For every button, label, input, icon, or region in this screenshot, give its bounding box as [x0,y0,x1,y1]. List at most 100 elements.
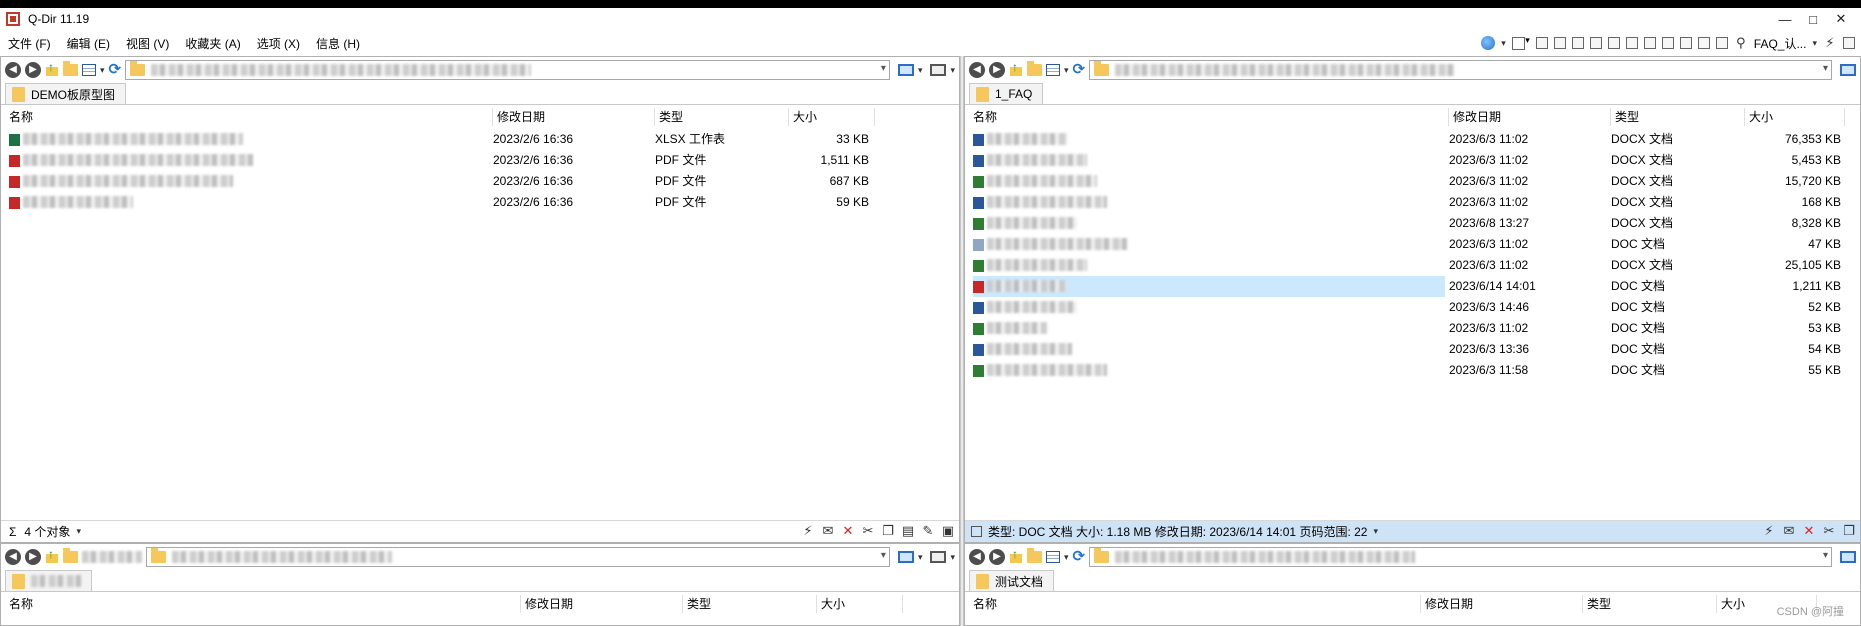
chevron-down-icon[interactable]: ▾ [918,552,923,563]
chevron-down-icon[interactable]: ▾ [100,65,105,76]
chevron-down-icon[interactable]: ▾ [881,550,886,561]
folder-icon[interactable] [63,61,78,76]
back-icon[interactable]: ◀ [969,549,985,565]
tab-test-docs[interactable]: 测试文档 [969,570,1055,591]
menu-edit[interactable]: 编辑 (E) [59,35,118,52]
forward-icon[interactable]: ▶ [989,549,1005,565]
back-icon[interactable]: ◀ [5,549,21,565]
flash-icon[interactable]: ⚡ [1762,524,1776,538]
chevron-down-icon[interactable]: ▾ [1812,38,1817,49]
table-row[interactable]: 2023/6/3 13:36 DOC 文档 54 KB [965,339,1860,360]
delete-icon[interactable]: ✕ [1802,524,1816,538]
window-icon[interactable] [1843,37,1855,49]
refresh-icon[interactable]: ⟳ [1073,549,1086,564]
cut-icon[interactable]: ✂ [861,524,875,538]
chevron-down-icon[interactable]: ▾ [950,65,955,76]
folder-up-icon[interactable] [45,547,59,564]
column-type[interactable]: 类型 [1583,595,1717,613]
maximize-button[interactable]: □ [1799,8,1827,30]
folder-icon[interactable] [1027,61,1042,76]
tab-redacted[interactable] [5,570,92,591]
folder-icon[interactable] [63,548,78,563]
table-row[interactable]: 2023/2/6 16:36 PDF 文件 59 KB [1,192,959,213]
globe-icon[interactable] [1481,36,1496,50]
column-date[interactable]: 修改日期 [521,595,683,613]
monitor-icon[interactable] [1840,64,1856,76]
folder-up-icon[interactable] [1009,60,1023,77]
chevron-down-icon[interactable]: ▾ [918,65,923,76]
column-date[interactable]: 修改日期 [493,108,655,126]
column-type[interactable]: 类型 [1611,108,1745,126]
table-row[interactable]: 2023/6/3 11:02 DOC 文档 53 KB [965,318,1860,339]
column-name[interactable]: 名称 [969,108,1449,126]
vertical-splitter[interactable] [960,56,964,626]
properties-icon[interactable]: ▣ [941,524,955,538]
table-row[interactable]: 2023/2/6 16:36 PDF 文件 1,511 KB [1,150,959,171]
forward-icon[interactable]: ▶ [989,62,1005,78]
chevron-down-icon[interactable]: ▾ [1823,550,1828,561]
layout-6-icon[interactable] [1625,37,1638,49]
monitor-icon[interactable] [897,551,914,563]
layout-10-icon[interactable] [1697,37,1710,49]
layout-3-icon[interactable] [1571,37,1584,49]
layout-9-icon[interactable] [1679,37,1692,49]
view-mode-icon[interactable] [1046,64,1060,76]
table-row[interactable]: 2023/6/3 11:58 DOC 文档 55 KB [965,360,1860,381]
menu-file[interactable]: 文件 (F) [0,35,59,52]
column-name[interactable]: 名称 [5,595,521,613]
table-row[interactable]: 2023/6/3 14:46 DOC 文档 52 KB [965,297,1860,318]
table-row[interactable]: 2023/6/3 11:02 DOCX 文档 15,720 KB [965,171,1860,192]
table-row[interactable]: 2023/6/3 11:02 DOCX 文档 5,453 KB [965,150,1860,171]
mail-icon[interactable]: ✉ [821,524,835,538]
refresh-icon[interactable]: ⟳ [109,62,122,77]
layout-1-icon[interactable] [1535,37,1548,49]
computer-icon[interactable] [930,64,947,76]
address-bar[interactable]: ▾ [1089,547,1832,567]
flash-icon[interactable]: ⚡ [801,524,815,538]
layout-2-icon[interactable] [1553,37,1566,49]
rename-icon[interactable]: ✎ [921,524,935,538]
view-mode-icon[interactable] [1046,551,1060,563]
menu-info[interactable]: 信息 (H) [308,35,368,52]
copy-icon[interactable]: ❐ [881,524,895,538]
chevron-down-icon[interactable]: ▾ [950,552,955,563]
cut-icon[interactable]: ✂ [1822,524,1836,538]
computer-icon[interactable] [930,551,947,563]
forward-icon[interactable]: ▶ [25,549,41,565]
menu-favorites[interactable]: 收藏夹 (A) [177,35,248,52]
table-row[interactable]: 2023/6/3 11:02 DOCX 文档 25,105 KB [965,255,1860,276]
chevron-down-icon[interactable]: ▾ [1373,526,1378,537]
layout-5-icon[interactable] [1607,37,1620,49]
column-type[interactable]: 类型 [683,595,817,613]
column-size[interactable]: 大小 [789,108,875,126]
chevron-down-icon[interactable]: ▾ [76,526,81,537]
column-date[interactable]: 修改日期 [1449,108,1611,126]
favorites-pin-icon[interactable]: ⚲ [1734,36,1748,50]
column-date[interactable]: 修改日期 [1421,595,1583,613]
table-row[interactable]: 2023/2/6 16:36 XLSX 工作表 33 KB [1,129,959,150]
layout-7-icon[interactable] [1643,37,1656,49]
folder-up-icon[interactable] [1009,547,1023,564]
menu-view[interactable]: 视图 (V) [118,35,177,52]
tab-faq[interactable]: 1_FAQ [969,83,1044,104]
chevron-down-icon[interactable]: ▾ [881,63,886,74]
monitor-icon[interactable] [1840,551,1856,563]
tab-demo[interactable]: DEMO板原型图 [5,83,127,104]
table-row[interactable]: 2023/6/3 11:02 DOCX 文档 76,353 KB [965,129,1860,150]
monitor-icon[interactable] [897,64,914,76]
layout-4-icon[interactable] [1589,37,1602,49]
address-bar[interactable]: ▾ [1089,60,1832,80]
close-button[interactable]: ✕ [1827,8,1855,30]
minimize-button[interactable]: — [1771,8,1799,30]
column-name[interactable]: 名称 [5,108,493,126]
delete-icon[interactable]: ✕ [841,524,855,538]
table-row[interactable]: 2023/6/8 13:27 DOCX 文档 8,328 KB [965,213,1860,234]
mail-icon[interactable]: ✉ [1782,524,1796,538]
table-row[interactable]: 2023/6/3 11:02 DOCX 文档 168 KB [965,192,1860,213]
chevron-down-icon[interactable]: ▾ [1501,38,1506,49]
view-mode-icon[interactable] [82,64,96,76]
paste-icon[interactable]: ▤ [901,524,915,538]
refresh-icon[interactable]: ⟳ [1073,62,1086,77]
chevron-down-icon[interactable]: ▾ [1064,65,1069,76]
folder-icon[interactable] [1027,548,1042,563]
